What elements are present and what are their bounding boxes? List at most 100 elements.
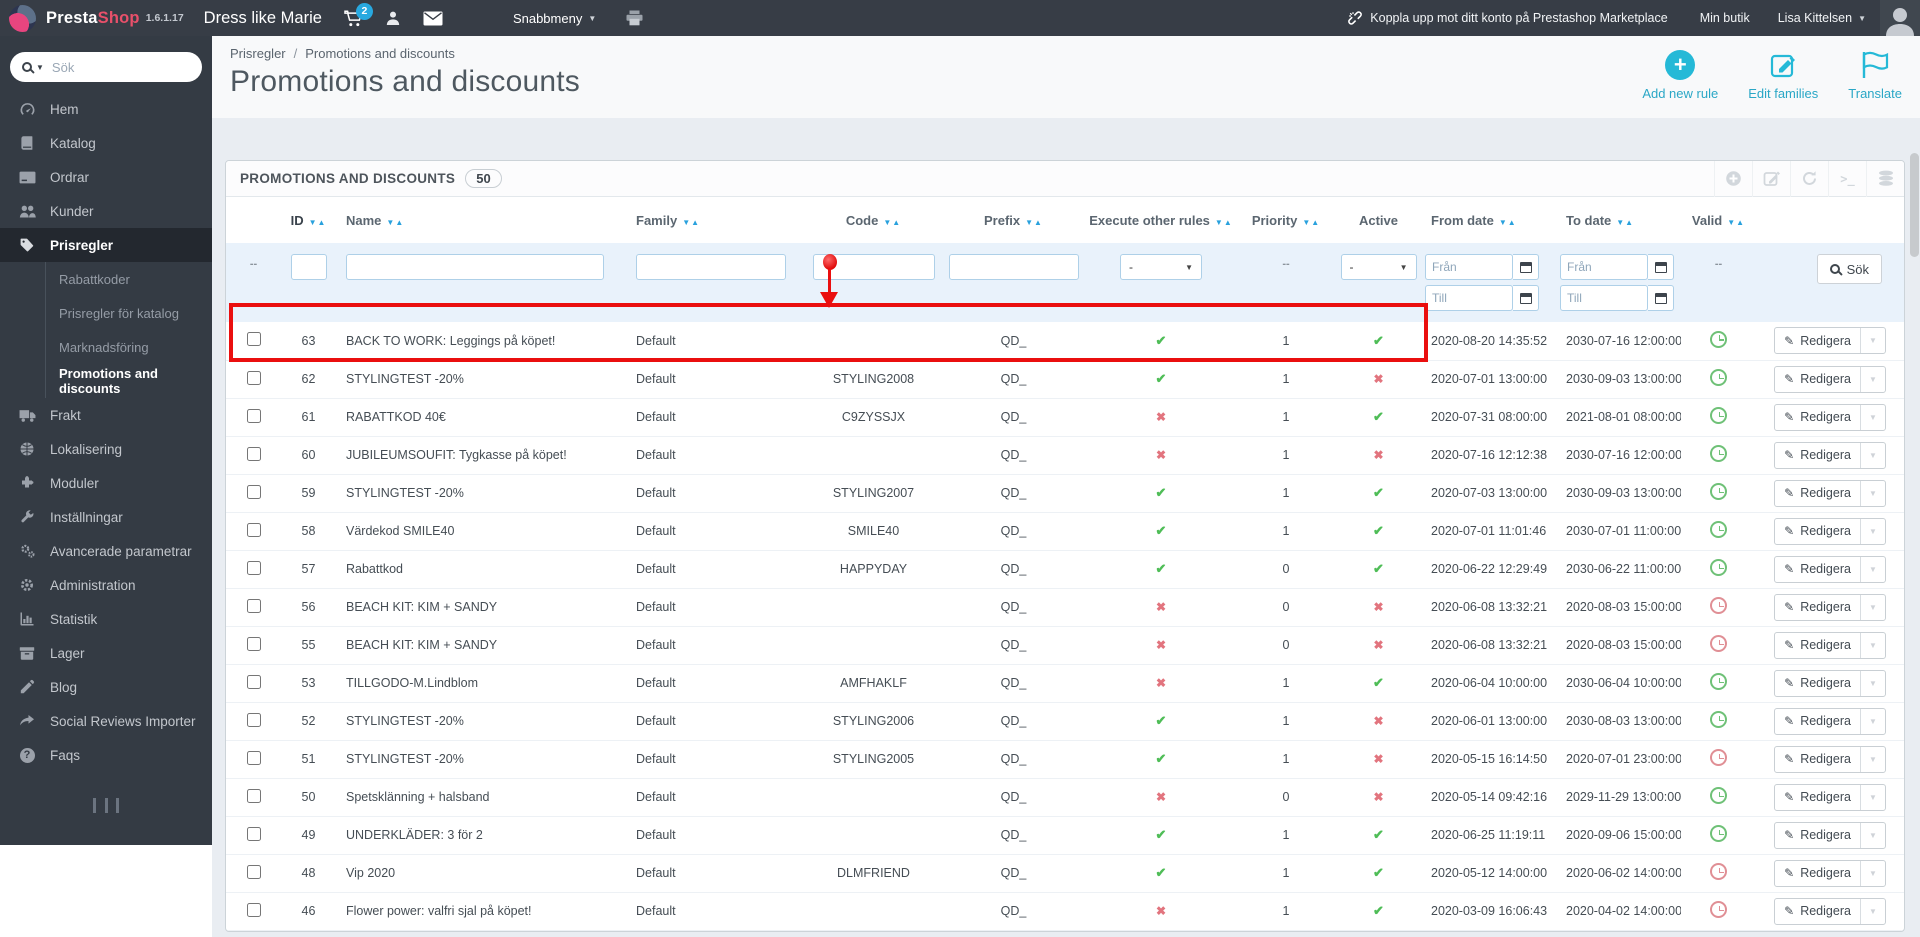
sidebar-item-faqs[interactable]: ? Faqs bbox=[0, 738, 212, 772]
edit-families-button[interactable]: Edit families bbox=[1748, 50, 1818, 101]
row-checkbox[interactable] bbox=[246, 408, 261, 423]
sidebar-item-prisregler-for-katalog[interactable]: Prisregler för katalog bbox=[46, 296, 212, 330]
edit-button[interactable]: ✎ Redigera ▼ bbox=[1774, 365, 1886, 393]
edit-icon[interactable] bbox=[1752, 160, 1790, 197]
edit-dropdown-toggle[interactable]: ▼ bbox=[1859, 442, 1885, 468]
row-checkbox[interactable] bbox=[246, 712, 261, 727]
column-header-prefix[interactable]: Prefix ▼▲ bbox=[941, 197, 1086, 243]
prestashop-logo[interactable]: PrestaShop 1.6.1.17 bbox=[0, 4, 184, 32]
sidebar-item-prisregler[interactable]: Prisregler bbox=[0, 228, 212, 262]
calendar-button[interactable] bbox=[1648, 254, 1674, 280]
row-checkbox[interactable] bbox=[246, 902, 261, 917]
table-row[interactable]: 56 BEACH KIT: KIM + SANDY Default QD_ ✖ … bbox=[226, 588, 1904, 627]
my-shop-link[interactable]: Min butik bbox=[1700, 11, 1750, 25]
sidebar-item-avancerade-parametrar[interactable]: Avancerade parametrar bbox=[0, 534, 212, 568]
row-checkbox[interactable] bbox=[246, 446, 261, 461]
edit-button[interactable]: ✎ Redigera ▼ bbox=[1774, 707, 1886, 735]
row-checkbox[interactable] bbox=[246, 332, 261, 347]
sidebar-item-installningar[interactable]: Inställningar bbox=[0, 500, 212, 534]
row-checkbox[interactable] bbox=[246, 598, 261, 613]
active-filter-select[interactable]: - ▼ bbox=[1340, 254, 1417, 280]
refresh-icon[interactable] bbox=[1790, 160, 1828, 197]
edit-button[interactable]: ✎ Redigera ▼ bbox=[1774, 517, 1886, 545]
edit-dropdown-toggle[interactable]: ▼ bbox=[1859, 366, 1885, 392]
table-row[interactable]: 49 UNDERKLÄDER: 3 för 2 Default QD_ ✔ 1 … bbox=[226, 816, 1904, 855]
table-row[interactable]: 52 STYLINGTEST -20% Default STYLING2006 … bbox=[226, 702, 1904, 741]
column-header-family[interactable]: Family ▼▲ bbox=[626, 197, 806, 243]
row-checkbox[interactable] bbox=[246, 750, 261, 765]
column-header-from-date[interactable]: From date ▼▲ bbox=[1421, 197, 1556, 243]
column-header-execute-other-rules[interactable]: Execute other rules ▼▲ bbox=[1086, 197, 1236, 243]
calendar-button[interactable] bbox=[1648, 285, 1674, 311]
edit-dropdown-toggle[interactable]: ▼ bbox=[1859, 822, 1885, 848]
database-icon[interactable] bbox=[1866, 160, 1904, 197]
edit-dropdown-toggle[interactable]: ▼ bbox=[1859, 860, 1885, 886]
sidebar-item-promotions-and-discounts[interactable]: Promotions and discounts bbox=[46, 364, 212, 398]
table-row[interactable]: 63 BACK TO WORK: Leggings på köpet! Defa… bbox=[226, 322, 1904, 361]
edit-dropdown-toggle[interactable]: ▼ bbox=[1859, 746, 1885, 772]
row-checkbox[interactable] bbox=[246, 674, 261, 689]
quick-menu[interactable]: Snabbmeny ▼ bbox=[513, 11, 596, 26]
edit-button[interactable]: ✎ Redigera ▼ bbox=[1774, 783, 1886, 811]
edit-button[interactable]: ✎ Redigera ▼ bbox=[1774, 859, 1886, 887]
row-checkbox[interactable] bbox=[246, 636, 261, 651]
scrollbar-thumb[interactable] bbox=[1910, 153, 1919, 257]
table-row[interactable]: 46 Flower power: valfri sjal på köpet! D… bbox=[226, 892, 1904, 931]
edit-dropdown-toggle[interactable]: ▼ bbox=[1859, 708, 1885, 734]
search-scope-dropdown-icon[interactable]: ▼ bbox=[36, 63, 44, 72]
edit-button[interactable]: ✎ Redigera ▼ bbox=[1774, 821, 1886, 849]
row-checkbox[interactable] bbox=[246, 370, 261, 385]
edit-button[interactable]: ✎ Redigera ▼ bbox=[1774, 403, 1886, 431]
row-checkbox[interactable] bbox=[246, 788, 261, 803]
edit-button[interactable]: ✎ Redigera ▼ bbox=[1774, 479, 1886, 507]
table-row[interactable]: 57 Rabattkod Default HAPPYDAY QD_ ✔ 0 ✔ … bbox=[226, 550, 1904, 589]
edit-dropdown-toggle[interactable]: ▼ bbox=[1859, 404, 1885, 430]
column-header-to-date[interactable]: To date ▼▲ bbox=[1556, 197, 1681, 243]
to-date-till-input[interactable] bbox=[1560, 285, 1648, 311]
sidebar-item-katalog[interactable]: Katalog bbox=[0, 126, 212, 160]
sidebar-item-lokalisering[interactable]: Lokalisering bbox=[0, 432, 212, 466]
translate-button[interactable]: Translate bbox=[1848, 50, 1902, 101]
row-checkbox[interactable] bbox=[246, 522, 261, 537]
table-row[interactable]: 53 TILLGODO-M.Lindblom Default AMFHAKLF … bbox=[226, 664, 1904, 703]
calendar-button[interactable] bbox=[1513, 254, 1539, 280]
edit-button[interactable]: ✎ Redigera ▼ bbox=[1774, 555, 1886, 583]
sidebar-item-social-reviews-importer[interactable]: Social Reviews Importer bbox=[0, 704, 212, 738]
breadcrumb-prisregler[interactable]: Prisregler bbox=[230, 46, 286, 61]
filter-search-button[interactable]: Sök bbox=[1816, 254, 1882, 284]
print-icon[interactable] bbox=[626, 10, 643, 26]
code-filter-input[interactable] bbox=[812, 254, 935, 280]
edit-dropdown-toggle[interactable]: ▼ bbox=[1859, 594, 1885, 620]
terminal-icon[interactable]: >_ bbox=[1828, 160, 1866, 197]
table-row[interactable]: 55 BEACH KIT: KIM + SANDY Default QD_ ✖ … bbox=[226, 626, 1904, 665]
avatar[interactable] bbox=[1880, 0, 1920, 36]
shop-name[interactable]: Dress like Marie bbox=[204, 9, 322, 28]
row-checkbox[interactable] bbox=[246, 864, 261, 879]
edit-dropdown-toggle[interactable]: ▼ bbox=[1859, 518, 1885, 544]
edit-button[interactable]: ✎ Redigera ▼ bbox=[1774, 593, 1886, 621]
table-row[interactable]: 61 RABATTKOD 40€ Default C9ZYSSJX QD_ ✖ … bbox=[226, 398, 1904, 437]
row-checkbox[interactable] bbox=[246, 560, 261, 575]
table-row[interactable]: 48 Vip 2020 Default DLMFRIEND QD_ ✔ 1 ✔ … bbox=[226, 854, 1904, 893]
table-row[interactable]: 58 Värdekod SMILE40 Default SMILE40 QD_ … bbox=[226, 512, 1904, 551]
column-header-valid[interactable]: Valid ▼▲ bbox=[1681, 197, 1756, 243]
sidebar-item-lager[interactable]: Lager bbox=[0, 636, 212, 670]
calendar-button[interactable] bbox=[1513, 285, 1539, 311]
row-checkbox[interactable] bbox=[246, 484, 261, 499]
sidebar-item-hem[interactable]: Hem bbox=[0, 92, 212, 126]
table-row[interactable]: 51 STYLINGTEST -20% Default STYLING2005 … bbox=[226, 740, 1904, 779]
column-header-code[interactable]: Code ▼▲ bbox=[806, 197, 941, 243]
edit-dropdown-toggle[interactable]: ▼ bbox=[1859, 480, 1885, 506]
search-input[interactable] bbox=[51, 59, 228, 75]
sidebar-item-frakt[interactable]: Frakt bbox=[0, 398, 212, 432]
edit-button[interactable]: ✎ Redigera ▼ bbox=[1774, 897, 1886, 925]
user-menu[interactable]: Lisa Kittelsen ▼ bbox=[1778, 11, 1866, 25]
sidebar-search[interactable]: ▼ bbox=[10, 52, 228, 82]
to-date-from-input[interactable] bbox=[1560, 254, 1648, 280]
table-row[interactable]: 50 Spetsklänning + halsband Default QD_ … bbox=[226, 778, 1904, 817]
prefix-filter-input[interactable] bbox=[948, 254, 1079, 280]
sidebar-collapse-grip[interactable] bbox=[93, 798, 119, 813]
sidebar-item-kunder[interactable]: Kunder bbox=[0, 194, 212, 228]
add-new-rule-button[interactable]: + Add new rule bbox=[1642, 50, 1718, 101]
family-filter-input[interactable] bbox=[636, 254, 786, 280]
